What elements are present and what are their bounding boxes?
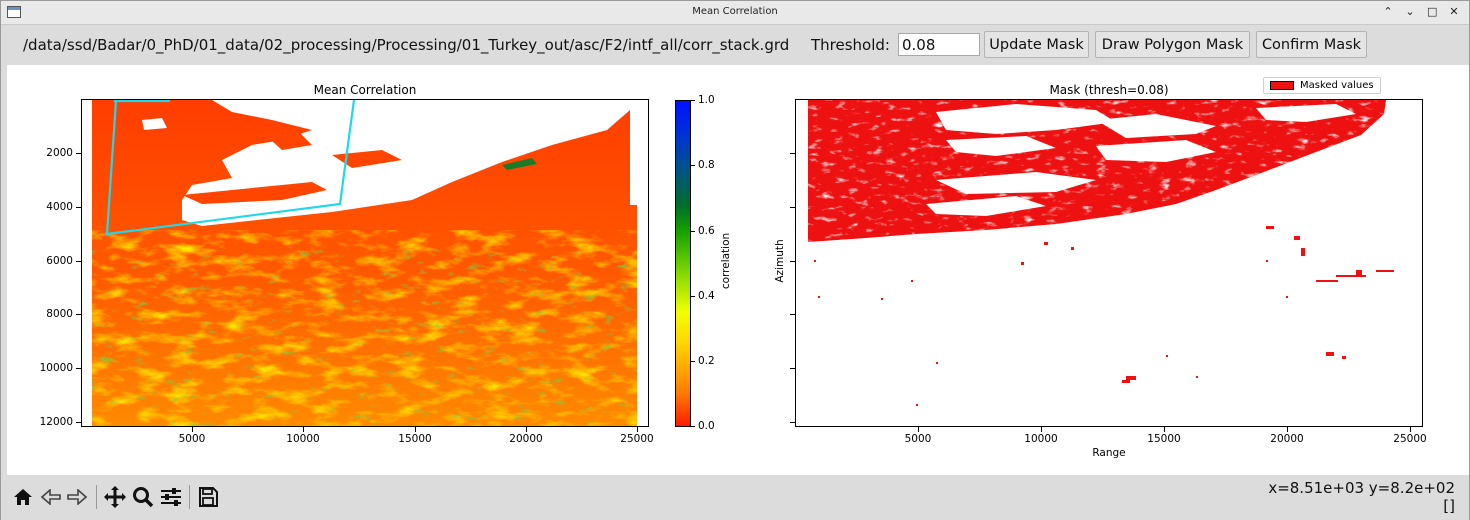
cursor-coordinates: x=8.51e+03 y=8.2e+02 [] [1268, 479, 1455, 515]
file-path-label: /data/ssd/Badar/0_PhD/01_data/02_process… [23, 36, 790, 54]
restore-icon[interactable]: ⌄ [1405, 5, 1415, 18]
mask-legend: Masked values [1263, 77, 1381, 94]
x-tick-label: 10000 [1024, 433, 1058, 445]
colorbar-tick-label: 0.0 [698, 420, 715, 432]
y-tick-label: 2000 [46, 147, 73, 159]
x-tick-label: 5000 [178, 433, 206, 445]
colorbar-tick-label: 0.4 [698, 290, 715, 302]
home-icon[interactable] [11, 485, 35, 509]
update-mask-button[interactable]: Update Mask [984, 31, 1089, 58]
confirm-mask-button[interactable]: Confirm Mask [1256, 31, 1367, 58]
close-icon[interactable]: ✕ [1449, 5, 1459, 18]
y-axis-label: Azimuth [774, 239, 786, 283]
maximize-icon[interactable]: □ [1427, 5, 1437, 18]
title-bar: Mean Correlation ⌃ ⌄ □ ✕ [1, 1, 1469, 25]
left-plot-title: Mean Correlation [313, 83, 417, 97]
colorbar-tick-label: 0.8 [698, 159, 715, 171]
y-tick-label: 4000 [46, 201, 73, 213]
x-tick-label: 20000 [1270, 433, 1304, 445]
mean-correlation-axes[interactable] [81, 99, 649, 427]
window-title: Mean Correlation [692, 6, 778, 17]
mask-specks [814, 226, 1394, 406]
colorbar [675, 100, 691, 427]
colorbar-label: correlation [720, 232, 732, 290]
colorbar-tick-label: 0.2 [698, 355, 715, 367]
coords-readout: x=8.51e+03 y=8.2e+02 [1268, 479, 1455, 497]
window-controls: ⌃ ⌄ □ ✕ [1383, 5, 1459, 18]
y-tick-label: 10000 [39, 362, 73, 374]
x-tick-label: 15000 [1147, 433, 1181, 445]
figure-canvas[interactable]: Mean Correlation 2000 4000 6000 8000 100… [7, 65, 1469, 475]
correlation-image [92, 100, 637, 426]
x-tick-label: 20000 [509, 433, 543, 445]
x-tick-label: 15000 [398, 433, 432, 445]
colorbar-tick-label: 0.6 [698, 225, 715, 237]
draw-polygon-mask-button[interactable]: Draw Polygon Mask [1095, 31, 1250, 58]
forward-icon[interactable] [65, 485, 89, 509]
minimize-icon[interactable]: ⌃ [1383, 5, 1393, 18]
mask-toolbar: /data/ssd/Badar/0_PhD/01_data/02_process… [1, 25, 1469, 65]
zoom-icon[interactable] [131, 485, 155, 509]
x-axis-label: Range [1092, 447, 1126, 459]
mask-axes[interactable] [795, 99, 1423, 427]
x-tick-label: 25000 [1393, 433, 1427, 445]
legend-swatch [1270, 81, 1294, 90]
configure-subplots-icon[interactable] [159, 485, 183, 509]
save-icon[interactable] [196, 485, 220, 509]
x-tick-label: 25000 [620, 433, 654, 445]
mask-image [808, 100, 1394, 406]
y-tick-label: 8000 [46, 308, 73, 320]
x-tick-label: 5000 [904, 433, 932, 445]
y-tick-label: 12000 [39, 416, 73, 428]
back-icon[interactable] [39, 485, 63, 509]
threshold-input[interactable] [898, 33, 980, 56]
colorbar-tick-label: 1.0 [698, 94, 715, 106]
x-tick-label: 10000 [286, 433, 320, 445]
legend-label: Masked values [1300, 80, 1374, 91]
threshold-label: Threshold: [811, 36, 890, 54]
coords-extra: [] [1443, 497, 1455, 515]
app-window: Mean Correlation ⌃ ⌄ □ ✕ /data/ssd/Badar… [0, 0, 1470, 520]
pan-icon[interactable] [103, 485, 127, 509]
navigation-toolbar: x=8.51e+03 y=8.2e+02 [] [1, 475, 1469, 520]
y-tick-label: 6000 [46, 255, 73, 267]
